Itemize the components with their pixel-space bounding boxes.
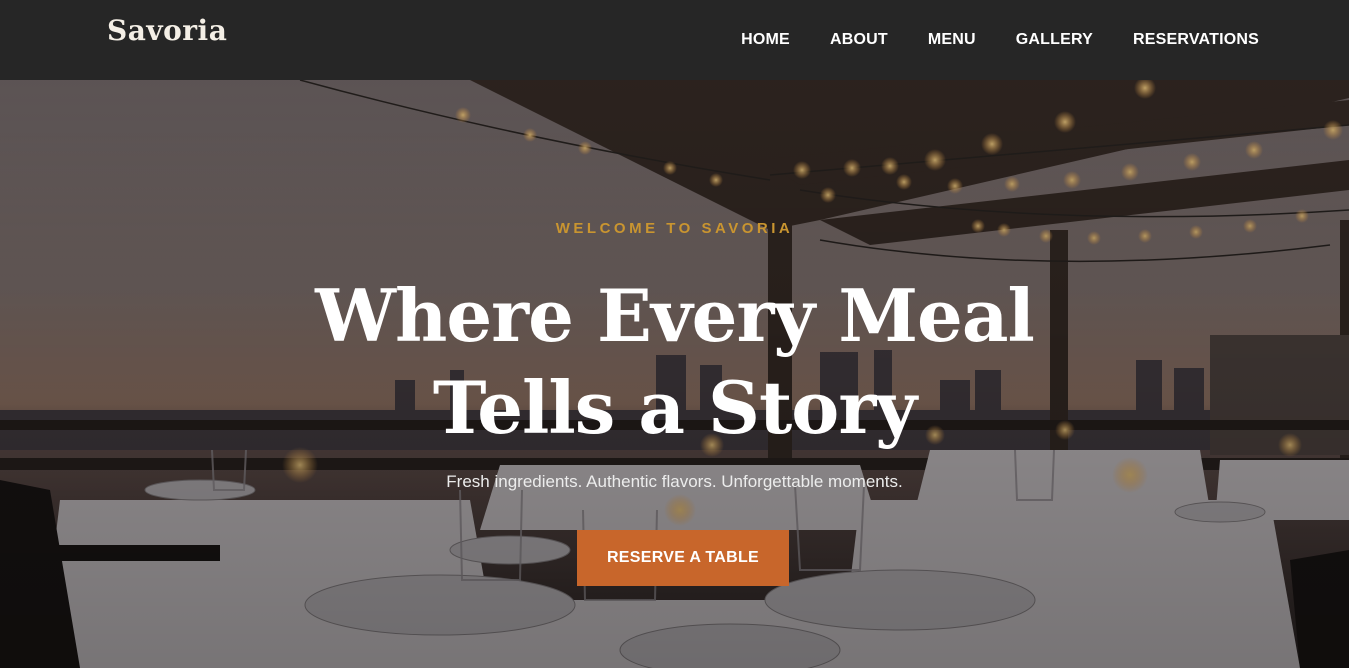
nav-item-menu[interactable]: MENU (928, 31, 976, 49)
hero-headline: Where Every Meal Tells a Story (0, 270, 1349, 454)
nav-item-reservations[interactable]: RESERVATIONS (1133, 31, 1259, 49)
main-nav: HOME ABOUT MENU GALLERY RESERVATIONS (701, 31, 1259, 49)
hero-section: WELCOME TO SAVORIA Where Every Meal Tell… (0, 80, 1349, 668)
hero-eyebrow: WELCOME TO SAVORIA (555, 220, 794, 237)
brand-logo[interactable]: Savoria (107, 14, 227, 47)
nav-item-home[interactable]: HOME (741, 31, 790, 49)
nav-item-about[interactable]: ABOUT (830, 31, 888, 49)
top-navbar: Savoria HOME ABOUT MENU GALLERY RESERVAT… (0, 0, 1349, 80)
nav-item-gallery[interactable]: GALLERY (1016, 31, 1093, 49)
hero-headline-line2: Tells a Story (432, 365, 917, 450)
reserve-table-button[interactable]: RESERVE A TABLE (577, 530, 789, 586)
hero-headline-line1: Where Every Meal (315, 273, 1035, 358)
hero-subtext: Fresh ingredients. Authentic flavors. Un… (446, 472, 903, 491)
hero-content: WELCOME TO SAVORIA Where Every Meal Tell… (0, 80, 1349, 668)
